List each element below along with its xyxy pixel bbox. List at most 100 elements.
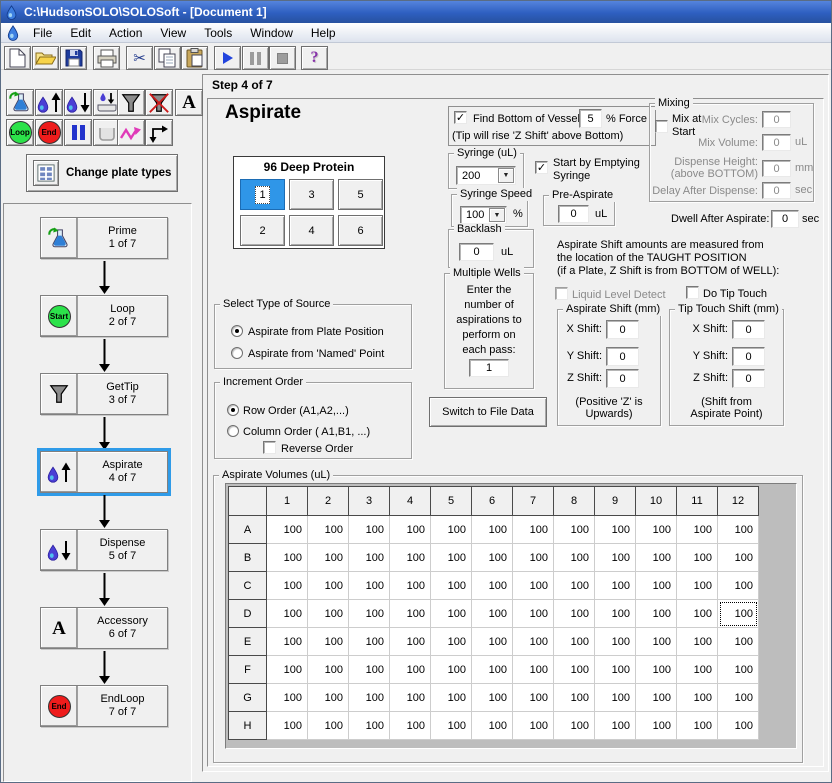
volume-cell-H6[interactable]: 100 — [472, 712, 513, 740]
flow-step-accessory[interactable]: AAccessory6 of 7 — [40, 607, 168, 649]
volume-cell-E6[interactable]: 100 — [472, 628, 513, 656]
volume-cell-G4[interactable]: 100 — [390, 684, 431, 712]
volume-cell-A9[interactable]: 100 — [595, 516, 636, 544]
tool-move-button[interactable] — [145, 119, 173, 146]
volume-cell-B1[interactable]: 100 — [267, 544, 308, 572]
toolbar-save-button[interactable] — [60, 46, 87, 70]
volume-cell-B2[interactable]: 100 — [308, 544, 349, 572]
toolbar-print-button[interactable] — [93, 46, 120, 70]
volume-cell-E4[interactable]: 100 — [390, 628, 431, 656]
volume-cell-C8[interactable]: 100 — [554, 572, 595, 600]
menu-item-action[interactable]: Action — [100, 24, 151, 42]
volume-cell-B4[interactable]: 100 — [390, 544, 431, 572]
volume-cell-E7[interactable]: 100 — [513, 628, 554, 656]
volume-cell-H4[interactable]: 100 — [390, 712, 431, 740]
volume-cell-F7[interactable]: 100 — [513, 656, 554, 684]
toolbar-new-file-button[interactable] — [4, 46, 31, 70]
radio-aspirate-from-plate-position[interactable] — [231, 325, 243, 337]
volume-cell-H7[interactable]: 100 — [513, 712, 554, 740]
volume-cell-D11[interactable]: 100 — [677, 600, 718, 628]
mix-at-start-checkbox[interactable] — [655, 120, 668, 133]
backlash-field[interactable]: 0 — [459, 243, 494, 261]
volume-cell-A10[interactable]: 100 — [636, 516, 677, 544]
syringe-combo-arrow-icon[interactable]: ▼ — [498, 168, 514, 183]
menu-item-window[interactable]: Window — [241, 24, 302, 42]
volume-cell-C1[interactable]: 100 — [267, 572, 308, 600]
toolbar-help-button[interactable]: ? — [301, 46, 328, 70]
volume-cell-H1[interactable]: 100 — [267, 712, 308, 740]
toolbar-paste-button[interactable] — [181, 46, 208, 70]
volume-cell-G1[interactable]: 100 — [267, 684, 308, 712]
dwell-field[interactable]: 0 — [771, 210, 799, 228]
volume-cell-D8[interactable]: 100 — [554, 600, 595, 628]
plate-position-3[interactable]: 3 — [289, 179, 334, 210]
volume-cell-D10[interactable]: 100 — [636, 600, 677, 628]
volume-cell-G9[interactable]: 100 — [595, 684, 636, 712]
volume-cell-A8[interactable]: 100 — [554, 516, 595, 544]
volume-cell-F8[interactable]: 100 — [554, 656, 595, 684]
volume-cell-E2[interactable]: 100 — [308, 628, 349, 656]
radio-row-order-a1-a2-[interactable] — [227, 404, 239, 416]
volume-cell-G6[interactable]: 100 — [472, 684, 513, 712]
volume-cell-A3[interactable]: 100 — [349, 516, 390, 544]
switch-to-file-data-button[interactable]: Switch to File Data — [429, 397, 547, 427]
volume-cell-H10[interactable]: 100 — [636, 712, 677, 740]
volume-cell-G7[interactable]: 100 — [513, 684, 554, 712]
flow-step-aspirate[interactable]: Aspirate4 of 7 — [40, 451, 168, 493]
volume-cell-A1[interactable]: 100 — [267, 516, 308, 544]
volume-cell-A2[interactable]: 100 — [308, 516, 349, 544]
tool-shake-button[interactable] — [117, 119, 145, 146]
volume-cell-A11[interactable]: 100 — [677, 516, 718, 544]
change-plate-types-button[interactable]: Change plate types — [26, 154, 178, 192]
volume-cell-D4[interactable]: 100 — [390, 600, 431, 628]
force-percent-field[interactable]: 5 — [579, 109, 602, 128]
plate-position-5[interactable]: 5 — [338, 179, 383, 210]
volume-cell-F5[interactable]: 100 — [431, 656, 472, 684]
toolbar-stop-button[interactable] — [269, 46, 296, 70]
menu-item-tools[interactable]: Tools — [195, 24, 241, 42]
volume-cell-D2[interactable]: 100 — [308, 600, 349, 628]
volume-cell-B8[interactable]: 100 — [554, 544, 595, 572]
reverse-order-checkbox[interactable] — [263, 441, 276, 454]
shift-field[interactable]: 0 — [732, 347, 765, 366]
volume-cell-C4[interactable]: 100 — [390, 572, 431, 600]
volume-cell-G3[interactable]: 100 — [349, 684, 390, 712]
volume-cell-C10[interactable]: 100 — [636, 572, 677, 600]
do-tip-touch-checkbox[interactable] — [686, 286, 699, 299]
menu-item-help[interactable]: Help — [302, 24, 345, 42]
tool-loop-end-button[interactable]: End — [35, 119, 63, 146]
volume-cell-E9[interactable]: 100 — [595, 628, 636, 656]
shift-field[interactable]: 0 — [732, 369, 765, 388]
volume-cell-F12[interactable]: 100 — [718, 656, 759, 684]
find-bottom-checkbox[interactable] — [454, 111, 467, 124]
tool-prime-flask-button[interactable] — [6, 89, 34, 116]
volume-cell-C11[interactable]: 100 — [677, 572, 718, 600]
toolbar-copy-button[interactable] — [154, 46, 181, 70]
volume-cell-D6[interactable]: 100 — [472, 600, 513, 628]
volume-cell-F10[interactable]: 100 — [636, 656, 677, 684]
volume-cell-A6[interactable]: 100 — [472, 516, 513, 544]
volume-cell-D3[interactable]: 100 — [349, 600, 390, 628]
toolbar-open-file-button[interactable] — [32, 46, 59, 70]
tool-pause-bars-button[interactable] — [64, 119, 92, 146]
volume-cell-D7[interactable]: 100 — [513, 600, 554, 628]
volume-cell-D9[interactable]: 100 — [595, 600, 636, 628]
volume-cell-C9[interactable]: 100 — [595, 572, 636, 600]
volume-cell-B12[interactable]: 100 — [718, 544, 759, 572]
volume-cell-E10[interactable]: 100 — [636, 628, 677, 656]
volume-cell-C7[interactable]: 100 — [513, 572, 554, 600]
volume-cell-H3[interactable]: 100 — [349, 712, 390, 740]
multiple-wells-field[interactable]: 1 — [469, 359, 509, 377]
volume-cell-A7[interactable]: 100 — [513, 516, 554, 544]
volume-cell-B3[interactable]: 100 — [349, 544, 390, 572]
volume-cell-B9[interactable]: 100 — [595, 544, 636, 572]
volume-cell-F6[interactable]: 100 — [472, 656, 513, 684]
volume-cell-F11[interactable]: 100 — [677, 656, 718, 684]
volume-cell-G12[interactable]: 100 — [718, 684, 759, 712]
toolbar-pause-button[interactable] — [242, 46, 269, 70]
volume-cell-G10[interactable]: 100 — [636, 684, 677, 712]
shift-field[interactable]: 0 — [606, 347, 639, 366]
flow-step-prime[interactable]: Prime1 of 7 — [40, 217, 168, 259]
menu-item-edit[interactable]: Edit — [61, 24, 100, 42]
volume-cell-G8[interactable]: 100 — [554, 684, 595, 712]
